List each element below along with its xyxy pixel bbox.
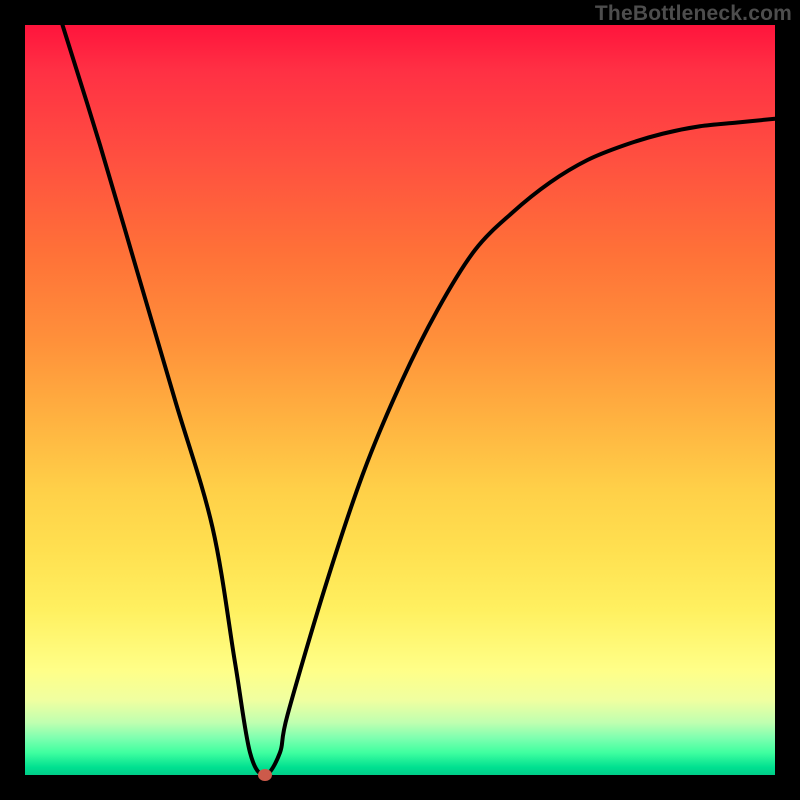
optimal-point-marker — [258, 769, 272, 781]
plot-area — [25, 25, 775, 775]
bottleneck-curve — [25, 25, 775, 775]
chart-frame: TheBottleneck.com — [0, 0, 800, 800]
watermark-text: TheBottleneck.com — [595, 2, 792, 26]
